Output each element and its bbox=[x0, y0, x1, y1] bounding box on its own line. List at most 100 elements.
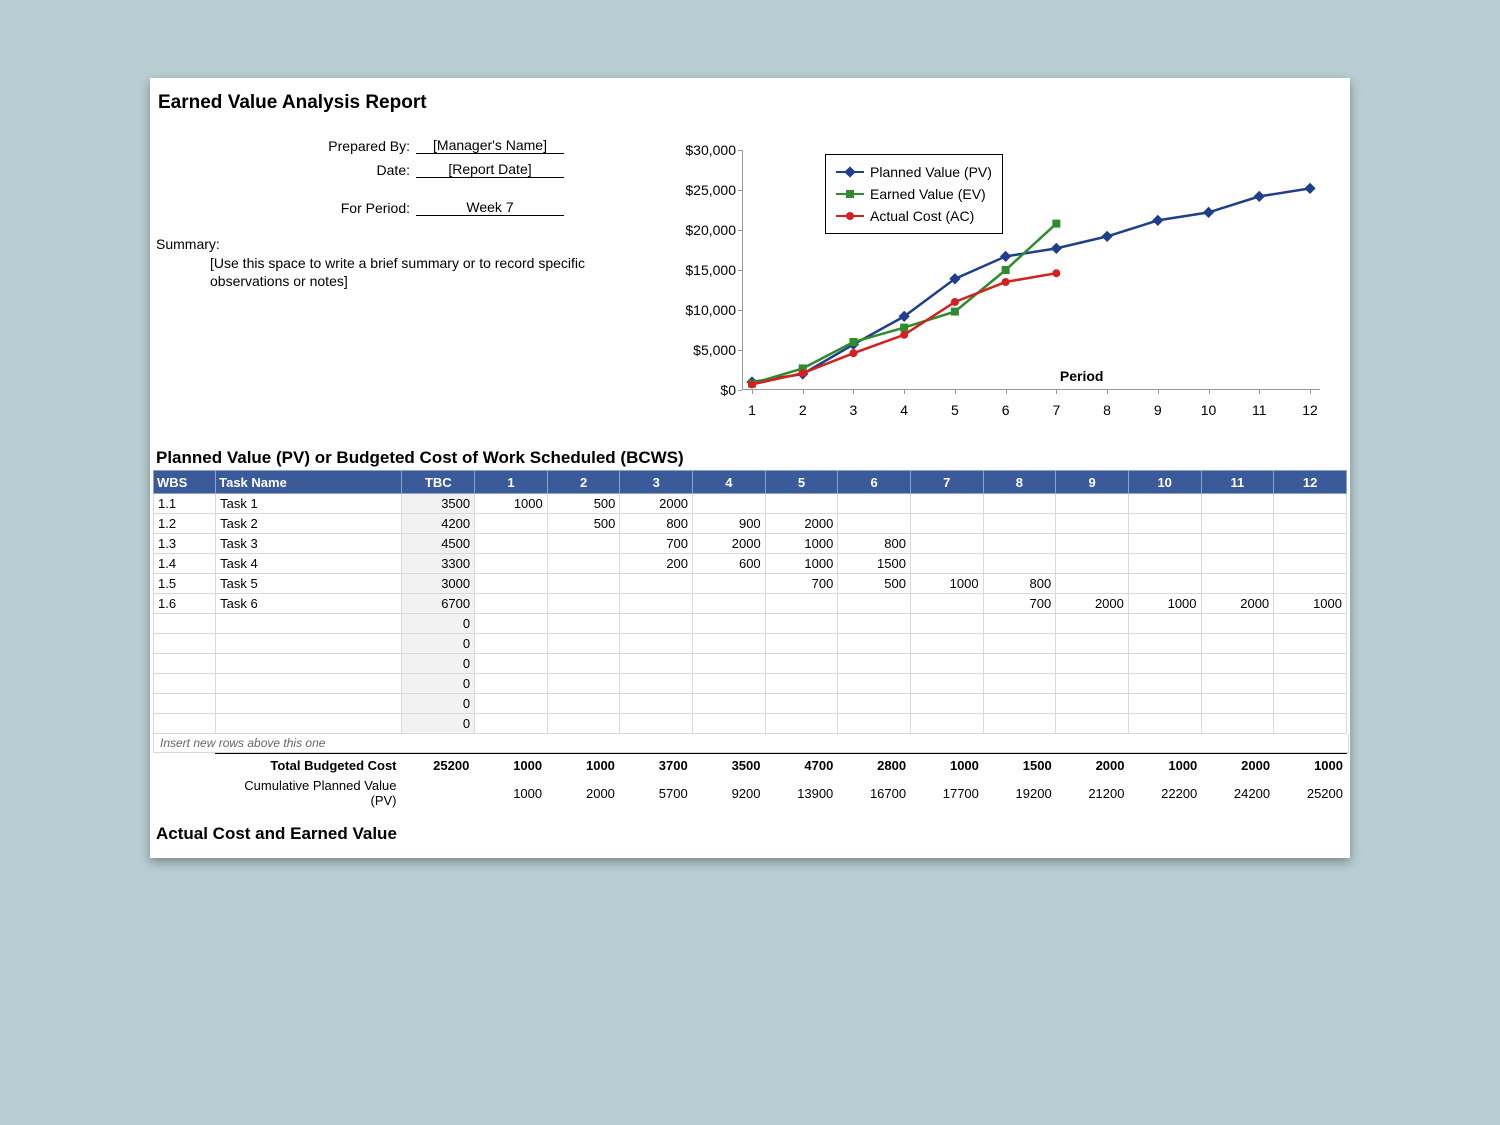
cell[interactable] bbox=[910, 654, 983, 674]
cell[interactable] bbox=[1128, 514, 1201, 534]
cell[interactable]: 1000 bbox=[1128, 594, 1201, 614]
cell[interactable]: 200 bbox=[620, 554, 693, 574]
cell[interactable] bbox=[838, 654, 911, 674]
cell[interactable] bbox=[693, 494, 766, 514]
pv-table[interactable]: WBSTask NameTBC123456789101112 1.1Task 1… bbox=[153, 470, 1347, 734]
cell[interactable] bbox=[1128, 614, 1201, 634]
cell[interactable] bbox=[475, 694, 548, 714]
cell[interactable]: 0 bbox=[402, 694, 475, 714]
cell[interactable] bbox=[216, 654, 402, 674]
cell[interactable] bbox=[475, 534, 548, 554]
table-row[interactable]: 0 bbox=[154, 674, 1347, 694]
cell[interactable] bbox=[838, 674, 911, 694]
cell[interactable]: Task 3 bbox=[216, 534, 402, 554]
cell[interactable] bbox=[1201, 694, 1274, 714]
cell[interactable]: 800 bbox=[620, 514, 693, 534]
cell[interactable] bbox=[620, 634, 693, 654]
cell[interactable] bbox=[1128, 694, 1201, 714]
cell[interactable] bbox=[1201, 554, 1274, 574]
cell[interactable] bbox=[154, 674, 216, 694]
cell[interactable] bbox=[693, 574, 766, 594]
cell[interactable] bbox=[693, 634, 766, 654]
cell[interactable] bbox=[1128, 714, 1201, 734]
cell[interactable] bbox=[216, 694, 402, 714]
cell[interactable]: 1.1 bbox=[154, 494, 216, 514]
cell[interactable] bbox=[1128, 554, 1201, 574]
cell[interactable] bbox=[1201, 674, 1274, 694]
cell[interactable] bbox=[1056, 534, 1129, 554]
cell[interactable] bbox=[983, 514, 1056, 534]
cell[interactable] bbox=[693, 654, 766, 674]
cell[interactable]: 2000 bbox=[765, 514, 838, 534]
cell[interactable]: 500 bbox=[547, 494, 620, 514]
cell[interactable] bbox=[547, 554, 620, 574]
cell[interactable]: 1000 bbox=[765, 554, 838, 574]
cell[interactable] bbox=[910, 514, 983, 534]
cell[interactable] bbox=[693, 674, 766, 694]
cell[interactable]: 700 bbox=[620, 534, 693, 554]
cell[interactable]: 4500 bbox=[402, 534, 475, 554]
cell[interactable] bbox=[1201, 534, 1274, 554]
cell[interactable]: 2000 bbox=[620, 494, 693, 514]
cell[interactable] bbox=[547, 534, 620, 554]
cell[interactable] bbox=[154, 714, 216, 734]
table-row[interactable]: 0 bbox=[154, 694, 1347, 714]
cell[interactable] bbox=[910, 614, 983, 634]
cell[interactable]: 1.5 bbox=[154, 574, 216, 594]
cell[interactable] bbox=[620, 674, 693, 694]
cell[interactable] bbox=[1201, 634, 1274, 654]
cell[interactable] bbox=[983, 694, 1056, 714]
cell[interactable] bbox=[1201, 714, 1274, 734]
cell[interactable] bbox=[693, 614, 766, 634]
period-value[interactable]: Week 7 bbox=[416, 199, 564, 216]
cell[interactable] bbox=[1128, 574, 1201, 594]
table-row[interactable]: 1.5Task 530007005001000800 bbox=[154, 574, 1347, 594]
cell[interactable]: 1500 bbox=[838, 554, 911, 574]
table-row[interactable]: 0 bbox=[154, 614, 1347, 634]
cell[interactable] bbox=[154, 694, 216, 714]
cell[interactable] bbox=[1274, 714, 1347, 734]
cell[interactable]: 0 bbox=[402, 634, 475, 654]
cell[interactable] bbox=[1128, 494, 1201, 514]
cell[interactable] bbox=[983, 654, 1056, 674]
cell[interactable]: 900 bbox=[693, 514, 766, 534]
cell[interactable] bbox=[838, 634, 911, 654]
cell[interactable] bbox=[216, 714, 402, 734]
cell[interactable]: 0 bbox=[402, 614, 475, 634]
table-row[interactable]: 0 bbox=[154, 714, 1347, 734]
cell[interactable]: 500 bbox=[547, 514, 620, 534]
cell[interactable] bbox=[475, 574, 548, 594]
cell[interactable]: Task 4 bbox=[216, 554, 402, 574]
cell[interactable]: 1.4 bbox=[154, 554, 216, 574]
cell[interactable]: Task 6 bbox=[216, 594, 402, 614]
cell[interactable] bbox=[765, 494, 838, 514]
cell[interactable]: 4200 bbox=[402, 514, 475, 534]
cell[interactable]: 1000 bbox=[765, 534, 838, 554]
cell[interactable] bbox=[983, 634, 1056, 654]
cell[interactable] bbox=[693, 694, 766, 714]
cell[interactable] bbox=[475, 614, 548, 634]
cell[interactable] bbox=[1274, 494, 1347, 514]
cell[interactable]: 1.2 bbox=[154, 514, 216, 534]
cell[interactable]: 2000 bbox=[1201, 594, 1274, 614]
cell[interactable] bbox=[620, 694, 693, 714]
cell[interactable]: 1000 bbox=[910, 574, 983, 594]
cell[interactable]: 500 bbox=[838, 574, 911, 594]
cell[interactable] bbox=[910, 674, 983, 694]
cell[interactable] bbox=[1274, 574, 1347, 594]
cell[interactable]: 700 bbox=[983, 594, 1056, 614]
cell[interactable] bbox=[620, 714, 693, 734]
cell[interactable] bbox=[765, 614, 838, 634]
cell[interactable] bbox=[475, 714, 548, 734]
cell[interactable] bbox=[1056, 654, 1129, 674]
cell[interactable]: Task 1 bbox=[216, 494, 402, 514]
cell[interactable] bbox=[1128, 674, 1201, 694]
cell[interactable] bbox=[475, 594, 548, 614]
cell[interactable] bbox=[765, 594, 838, 614]
cell[interactable] bbox=[983, 614, 1056, 634]
cell[interactable] bbox=[475, 514, 548, 534]
summary-text[interactable]: [Use this space to write a brief summary… bbox=[210, 254, 630, 290]
cell[interactable] bbox=[216, 674, 402, 694]
cell[interactable] bbox=[1201, 574, 1274, 594]
cell[interactable] bbox=[1128, 634, 1201, 654]
